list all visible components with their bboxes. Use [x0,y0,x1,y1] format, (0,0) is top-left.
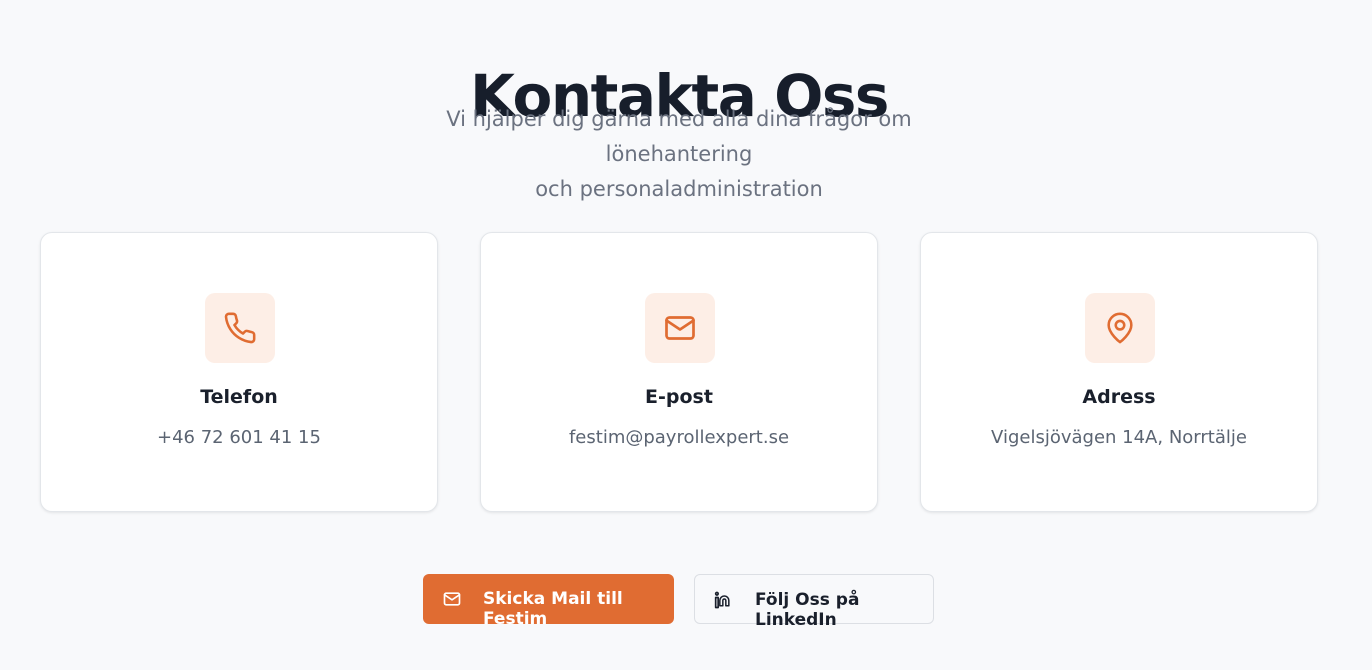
email-address[interactable]: festim@payrollexpert.se [481,427,877,448]
card-label: E-post [645,386,713,408]
subtitle-line: och personaladministration [535,177,823,201]
subtitle-line: Vi hjälper dig gärna med alla dina frågo… [446,107,912,166]
card-label: Adress [1082,386,1156,408]
contact-card-address: Adress Vigelsjövägen 14A, Norrtälje [920,232,1318,512]
mail-icon [442,589,462,609]
street-address: Vigelsjövägen 14A, Norrtälje [991,427,1247,448]
phone-icon [205,293,275,363]
card-label: Telefon [200,386,278,408]
send-mail-button-label: Skicka Mail till Festim [483,589,623,629]
linkedin-button[interactable]: Följ Oss på LinkedIn [694,574,934,630]
linkedin-icon [714,590,734,610]
contact-card-phone: Telefon +46 72 601 41 15 [40,232,438,512]
contact-card-email: E-post festim@payrollexpert.se [480,232,878,512]
map-pin-icon [1085,293,1155,363]
page-subtitle: Vi hjälper dig gärna med alla dina frågo… [379,102,979,207]
mail-icon [645,293,715,363]
send-mail-button[interactable]: Skicka Mail till Festim [423,574,674,629]
phone-number[interactable]: +46 72 601 41 15 [41,427,437,448]
linkedin-button-label: Följ Oss på LinkedIn [755,590,860,630]
